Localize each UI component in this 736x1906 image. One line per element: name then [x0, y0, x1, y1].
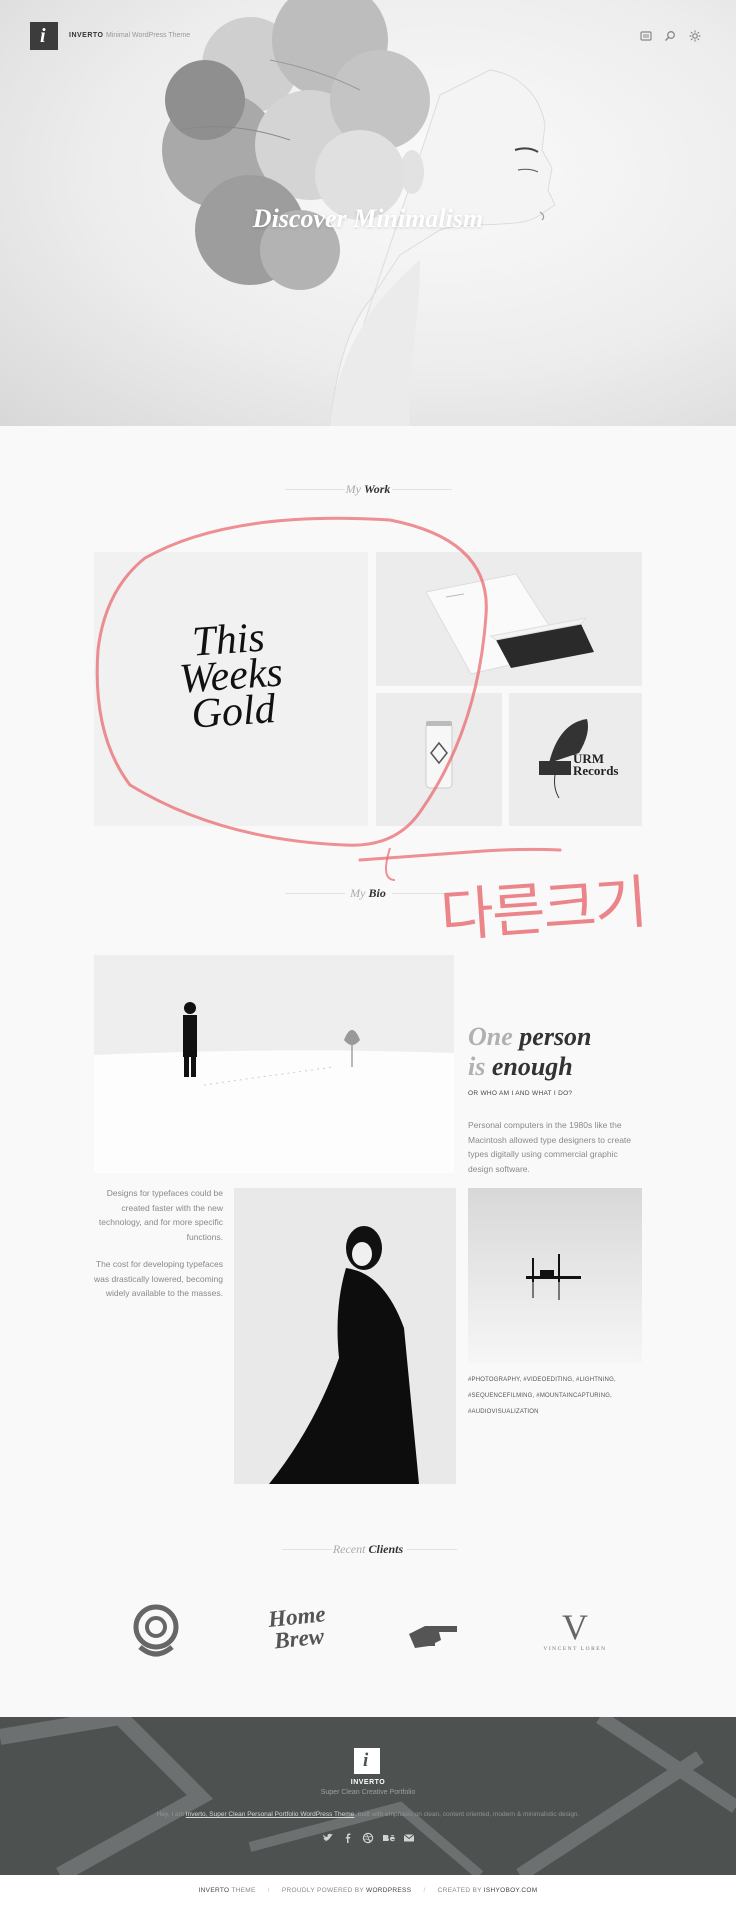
vincent-text: VINCENT LOREN — [543, 1646, 607, 1652]
footer-description: Hey, I am Inverto, Super Clean Personal … — [0, 1811, 736, 1818]
bio-heading-light: My — [350, 886, 366, 900]
mail-icon[interactable] — [403, 1832, 415, 1844]
tags-line[interactable]: #PHOTOGRAPHY, #VIDEOEDITING, #LIGHTNING, — [468, 1372, 643, 1388]
tags-line[interactable]: #SEQUENCEFILMING, #MOUNTAINCAPTURING, — [468, 1388, 643, 1404]
can-image — [425, 721, 453, 789]
footer-desc-prefix: Hey, I am — [156, 1811, 184, 1818]
work-tile-urm-records[interactable]: URM Records — [509, 693, 642, 826]
clients-heading-light: Recent — [332, 1542, 366, 1556]
bottom-separator: / — [423, 1887, 426, 1894]
work-heading-dark: Work — [363, 482, 391, 496]
footer-desc-link[interactable]: Inverto, Super Clean Personal Portfolio … — [186, 1811, 354, 1818]
footer-logo[interactable]: i — [354, 1748, 380, 1774]
site-brand[interactable]: INVERTO — [69, 32, 104, 39]
clients-heading-dark: Clients — [368, 1542, 404, 1556]
bottom-theme-name[interactable]: INVERTO — [199, 1887, 230, 1894]
clients-heading: Recent Clients — [0, 1542, 736, 1557]
stationery-image — [425, 573, 594, 675]
urm-text-line: Records — [573, 763, 619, 778]
bio-subtitle: OR WHO AM I AND WHAT I DO? — [468, 1090, 573, 1097]
work-tile-stationery[interactable] — [376, 552, 642, 686]
site-tagline: Minimal WordPress Theme — [106, 32, 191, 39]
bottom-created-label: CREATED BY — [437, 1887, 482, 1894]
bottom-powered-label: PROUDLY POWERED BY — [281, 1887, 364, 1894]
hero-title: Discover Minimalism — [252, 204, 484, 233]
footer-desc-suffix: , built with emphasis on clean, content … — [354, 1811, 580, 1818]
logo-letter: i — [40, 25, 46, 47]
tags-line[interactable]: #AUDIOVISUALIZATION — [468, 1404, 643, 1420]
bio-heading-dark: Bio — [368, 886, 386, 900]
twitter-icon[interactable] — [322, 1832, 334, 1844]
behance-icon[interactable] — [382, 1832, 396, 1844]
client-home-brew-logo[interactable]: Home Brew — [256, 1601, 340, 1654]
work-tile-can[interactable] — [376, 693, 502, 826]
bio-title: One person is enough — [468, 1022, 592, 1082]
bio-image-cloak — [234, 1188, 456, 1484]
footer — [0, 1717, 736, 1875]
footer-logo-letter: i — [363, 1750, 369, 1771]
bio-image-pier — [468, 1188, 642, 1363]
annotation-korean-text: 다른크기 — [438, 867, 648, 951]
client-vincent-loren-logo[interactable]: V VINCENT LOREN — [540, 1607, 610, 1652]
footer-tagline: Super Clean Creative Portfolio — [320, 1789, 416, 1796]
bio-title-dark: person — [519, 1022, 592, 1051]
bottom-separator: / — [267, 1887, 270, 1894]
bio-title-light: is — [468, 1052, 486, 1081]
bio-left-text-2: The cost for developing typefaces was dr… — [94, 1259, 223, 1298]
bio-text: Personal computers in the 1980s like the… — [468, 1120, 632, 1174]
bio-image-snow — [94, 955, 454, 1173]
client-hand-logo[interactable] — [405, 1616, 463, 1652]
footer-brand: INVERTO — [350, 1779, 386, 1786]
bottom-bar: INVERTO THEME / PROUDLY POWERED BY WORDP… — [0, 1875, 736, 1906]
work-tile-this-weeks-gold[interactable]: This Weeks Gold — [94, 552, 368, 826]
bio-title-dark: enough — [491, 1052, 573, 1081]
site-logo[interactable]: i — [30, 22, 58, 50]
bio-left-text-1: Designs for typefaces could be created f… — [98, 1188, 223, 1242]
menu-icon[interactable] — [640, 30, 652, 42]
client-swirl-logo[interactable] — [130, 1603, 182, 1659]
bottom-powered-name[interactable]: WORDPRESS — [366, 1887, 411, 1894]
settings-icon[interactable] — [689, 30, 701, 42]
dribbble-icon[interactable] — [362, 1832, 374, 1844]
bottom-created-name[interactable]: ISHYOBOY.COM — [484, 1887, 538, 1894]
work-heading-light: My — [345, 482, 361, 496]
bottom-theme-suffix: THEME — [231, 1887, 256, 1894]
search-icon[interactable] — [664, 30, 676, 42]
vincent-letter: V — [562, 1607, 588, 1647]
work-heading: My Work — [0, 482, 736, 497]
bio-title-light: One — [468, 1022, 513, 1051]
facebook-icon[interactable] — [342, 1832, 354, 1844]
